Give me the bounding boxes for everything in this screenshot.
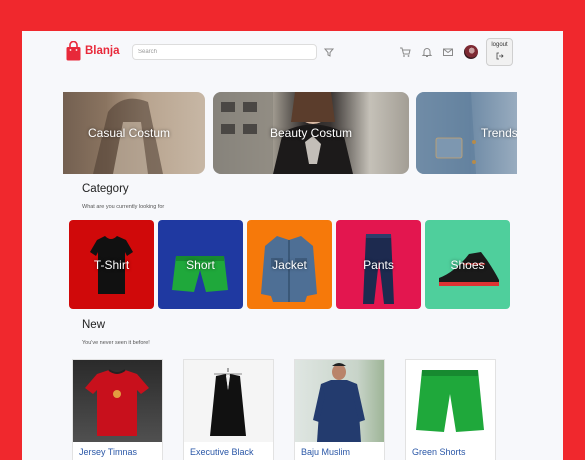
mail-icon[interactable] xyxy=(442,46,454,58)
hero-slide[interactable]: Casual Costum xyxy=(63,92,205,174)
category-card-short[interactable]: Short xyxy=(158,220,243,309)
brand-logo[interactable]: Blanja xyxy=(66,41,120,61)
product-image xyxy=(295,360,384,442)
category-card-shoes[interactable]: Shoes xyxy=(425,220,510,309)
product-card[interactable]: Executive Black xyxy=(183,359,274,460)
filter-icon[interactable] xyxy=(322,45,336,59)
category-card-tshirt[interactable]: T-Shirt xyxy=(69,220,154,309)
category-subtitle: What are you currently looking for xyxy=(82,204,165,210)
new-title: New xyxy=(82,319,106,331)
hero-slide[interactable]: Trends In xyxy=(416,92,517,174)
brand-name: Blanja xyxy=(85,45,120,57)
product-card[interactable]: Green Shorts xyxy=(405,359,496,460)
shopping-bag-icon xyxy=(66,41,81,61)
product-name[interactable]: Executive Black xyxy=(190,447,254,457)
hero-slide-title: Beauty Costum xyxy=(269,126,353,140)
search-input[interactable] xyxy=(132,44,317,60)
hero-carousel[interactable]: Casual Costum Beauty Costum Trends In xyxy=(63,92,517,174)
category-card-pants[interactable]: Pants xyxy=(336,220,421,309)
product-name[interactable]: Baju Muslim xyxy=(301,447,350,457)
bell-icon[interactable] xyxy=(421,46,433,58)
product-name[interactable]: Jersey Timnas xyxy=(79,447,137,457)
category-card-jacket[interactable]: Jacket xyxy=(247,220,332,309)
logout-button[interactable]: logout xyxy=(486,38,513,66)
page: Blanja logout Casual Costum xyxy=(22,31,563,460)
new-subtitle: You've never seen it before! xyxy=(82,340,150,346)
avatar[interactable] xyxy=(464,45,478,59)
category-label: Short xyxy=(186,258,215,272)
hero-slide[interactable]: Beauty Costum xyxy=(213,92,409,174)
product-name[interactable]: Green Shorts xyxy=(412,447,466,457)
category-label: Jacket xyxy=(272,258,307,272)
category-label: T-Shirt xyxy=(93,258,130,272)
category-label: Shoes xyxy=(450,258,485,272)
product-card[interactable]: Jersey Timnas xyxy=(72,359,163,460)
product-image xyxy=(73,360,162,442)
product-image xyxy=(406,360,495,442)
category-label: Pants xyxy=(363,258,394,272)
cart-icon[interactable] xyxy=(399,46,411,58)
hero-slide-title: Casual Costum xyxy=(87,126,171,140)
product-image xyxy=(184,360,273,442)
product-card[interactable]: Baju Muslim xyxy=(294,359,385,460)
logout-label: logout xyxy=(491,42,508,48)
category-title: Category xyxy=(82,183,129,195)
hero-slide-title: Trends In xyxy=(480,126,517,140)
logout-icon xyxy=(496,52,504,60)
